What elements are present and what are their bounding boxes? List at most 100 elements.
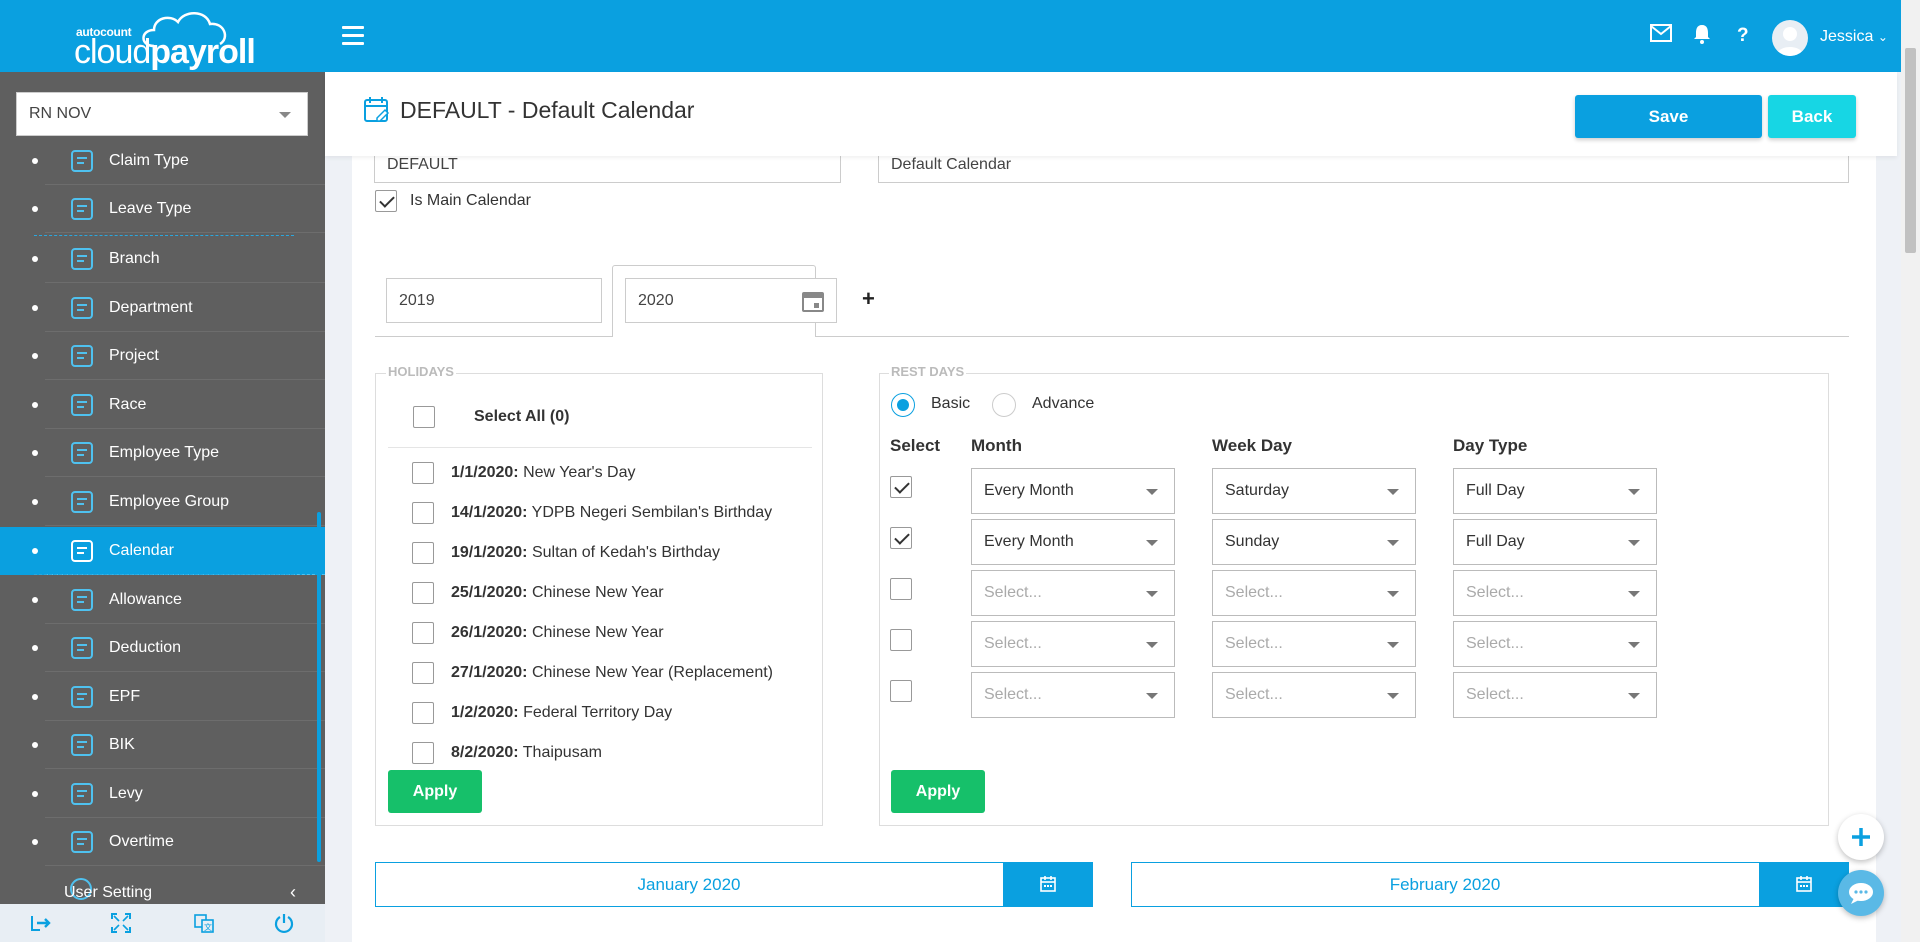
day-type-select[interactable]: Full Day: [1453, 519, 1657, 565]
select-value: Select...: [1225, 686, 1283, 703]
day-type-select[interactable]: Select...: [1453, 621, 1657, 667]
year-2020-input[interactable]: 2020: [625, 278, 837, 323]
sidebar-scrollbar[interactable]: [317, 512, 321, 862]
holiday-checkbox[interactable]: [412, 582, 434, 604]
sidebar-item-department[interactable]: Department: [0, 284, 325, 332]
page-scrollbar[interactable]: [1901, 0, 1920, 942]
sidebar-item-levy[interactable]: Levy: [0, 770, 325, 818]
basic-radio[interactable]: [891, 393, 915, 417]
rest-day-select-checkbox[interactable]: [890, 629, 912, 651]
holidays-apply-button[interactable]: Apply: [388, 770, 482, 813]
overtime-icon: [68, 828, 96, 856]
sidebar-section-user-setting[interactable]: User Setting ‹: [0, 876, 325, 904]
month-title[interactable]: February 2020: [1132, 875, 1758, 895]
month-calendar-button[interactable]: [1003, 862, 1093, 907]
select-all-label: Select All (0): [474, 408, 570, 425]
sidebar-item-employee-group[interactable]: Employee Group: [0, 478, 325, 526]
scrollbar-thumb[interactable]: [1905, 48, 1916, 253]
sidebar-item-deduction[interactable]: Deduction: [0, 624, 325, 672]
save-button[interactable]: Save: [1575, 95, 1762, 138]
menu-toggle-icon[interactable]: [342, 26, 364, 46]
chat-fab-button[interactable]: [1838, 870, 1884, 916]
holiday-checkbox[interactable]: [412, 502, 434, 524]
tab-2019[interactable]: 2019: [386, 278, 602, 323]
rest-days-apply-button[interactable]: Apply: [891, 770, 985, 813]
sidebar-item-claim-type[interactable]: Claim Type: [0, 137, 325, 185]
holiday-checkbox[interactable]: [412, 622, 434, 644]
advance-radio-label: Advance: [1032, 395, 1095, 412]
rest-day-select-checkbox[interactable]: [890, 476, 912, 498]
divider: [45, 232, 325, 233]
week-day-select[interactable]: Sunday: [1212, 519, 1416, 565]
week-day-select[interactable]: Saturday: [1212, 468, 1416, 514]
brand-logo[interactable]: autocount cloudpayroll: [74, 8, 260, 69]
add-fab-button[interactable]: [1838, 814, 1884, 860]
sidebar-item-epf[interactable]: EPF: [0, 673, 325, 721]
sidebar-item-label: Race: [109, 396, 147, 413]
brand-name-bold: payroll: [150, 33, 255, 71]
month-title[interactable]: January 2020: [376, 875, 1002, 895]
week-day-select[interactable]: Select...: [1212, 621, 1416, 667]
sidebar-item-race[interactable]: Race: [0, 381, 325, 429]
holiday-checkbox[interactable]: [412, 542, 434, 564]
week-day-select[interactable]: Select...: [1212, 672, 1416, 718]
day-type-select[interactable]: Full Day: [1453, 468, 1657, 514]
month-select[interactable]: Select...: [971, 570, 1175, 616]
power-icon[interactable]: [273, 912, 295, 934]
language-icon[interactable]: 文: [193, 912, 215, 934]
advance-radio[interactable]: [992, 393, 1016, 417]
dropdown-caret-icon: [279, 112, 291, 118]
is-main-calendar-checkbox[interactable]: [375, 190, 397, 212]
sidebar-item-label: Allowance: [109, 591, 182, 608]
claim-type-icon: [68, 147, 96, 175]
sidebar-bottom-bar: 文: [0, 904, 325, 942]
sidebar-item-bik[interactable]: BIK: [0, 721, 325, 769]
dropdown-caret-icon: [1387, 693, 1399, 699]
user-menu[interactable]: Jessica ⌄: [1820, 28, 1888, 46]
sidebar-section-label: User Setting: [64, 884, 153, 901]
sidebar-item-label: Project: [109, 347, 159, 364]
bullet: [32, 450, 38, 456]
week-day-select[interactable]: Select...: [1212, 570, 1416, 616]
holiday-checkbox[interactable]: [412, 742, 434, 764]
help-icon[interactable]: ?: [1737, 25, 1749, 47]
holiday-name: Sultan of Kedah's Birthday: [531, 544, 721, 561]
month-select[interactable]: Every Month: [971, 519, 1175, 565]
chevron-left-icon: ‹: [290, 882, 296, 902]
rest-day-select-checkbox[interactable]: [890, 527, 912, 549]
month-select[interactable]: Select...: [971, 672, 1175, 718]
logout-icon[interactable]: [29, 912, 51, 934]
rest-day-select-checkbox[interactable]: [890, 680, 912, 702]
divider: [388, 447, 812, 448]
sidebar-item-employee-type[interactable]: Employee Type: [0, 429, 325, 477]
bell-icon[interactable]: [1693, 24, 1711, 50]
holiday-name: Chinese New Year: [531, 584, 664, 601]
calendar-icon: [1796, 876, 1812, 892]
calendar-picker-icon[interactable]: [802, 290, 824, 317]
holiday-checkbox[interactable]: [412, 702, 434, 724]
sidebar-item-project[interactable]: Project: [0, 332, 325, 380]
back-button[interactable]: Back: [1768, 95, 1856, 138]
select-all-checkbox[interactable]: [413, 406, 435, 428]
sidebar-item-overtime[interactable]: Overtime: [0, 818, 325, 866]
sidebar-item-leave-type[interactable]: Leave Type: [0, 185, 325, 233]
select-value: Saturday: [1225, 482, 1290, 499]
day-type-select[interactable]: Select...: [1453, 672, 1657, 718]
calendar-code-value: DEFAULT: [387, 156, 458, 173]
rest-day-select-checkbox[interactable]: [890, 578, 912, 600]
sidebar-item-calendar[interactable]: Calendar: [0, 527, 325, 575]
mail-icon[interactable]: [1650, 24, 1672, 48]
day-type-select[interactable]: Select...: [1453, 570, 1657, 616]
fullscreen-icon[interactable]: [110, 912, 132, 934]
avatar[interactable]: [1772, 20, 1808, 56]
sidebar-item-branch[interactable]: Branch: [0, 235, 325, 283]
month-select[interactable]: Select...: [971, 621, 1175, 667]
month-calendar-button[interactable]: [1759, 862, 1849, 907]
add-year-button[interactable]: +: [862, 286, 875, 312]
holiday-checkbox[interactable]: [412, 662, 434, 684]
holiday-checkbox[interactable]: [412, 462, 434, 484]
company-select[interactable]: RN NOV: [16, 92, 308, 136]
month-select[interactable]: Every Month: [971, 468, 1175, 514]
sidebar-item-label: BIK: [109, 736, 135, 753]
sidebar-item-allowance[interactable]: Allowance: [0, 576, 325, 624]
